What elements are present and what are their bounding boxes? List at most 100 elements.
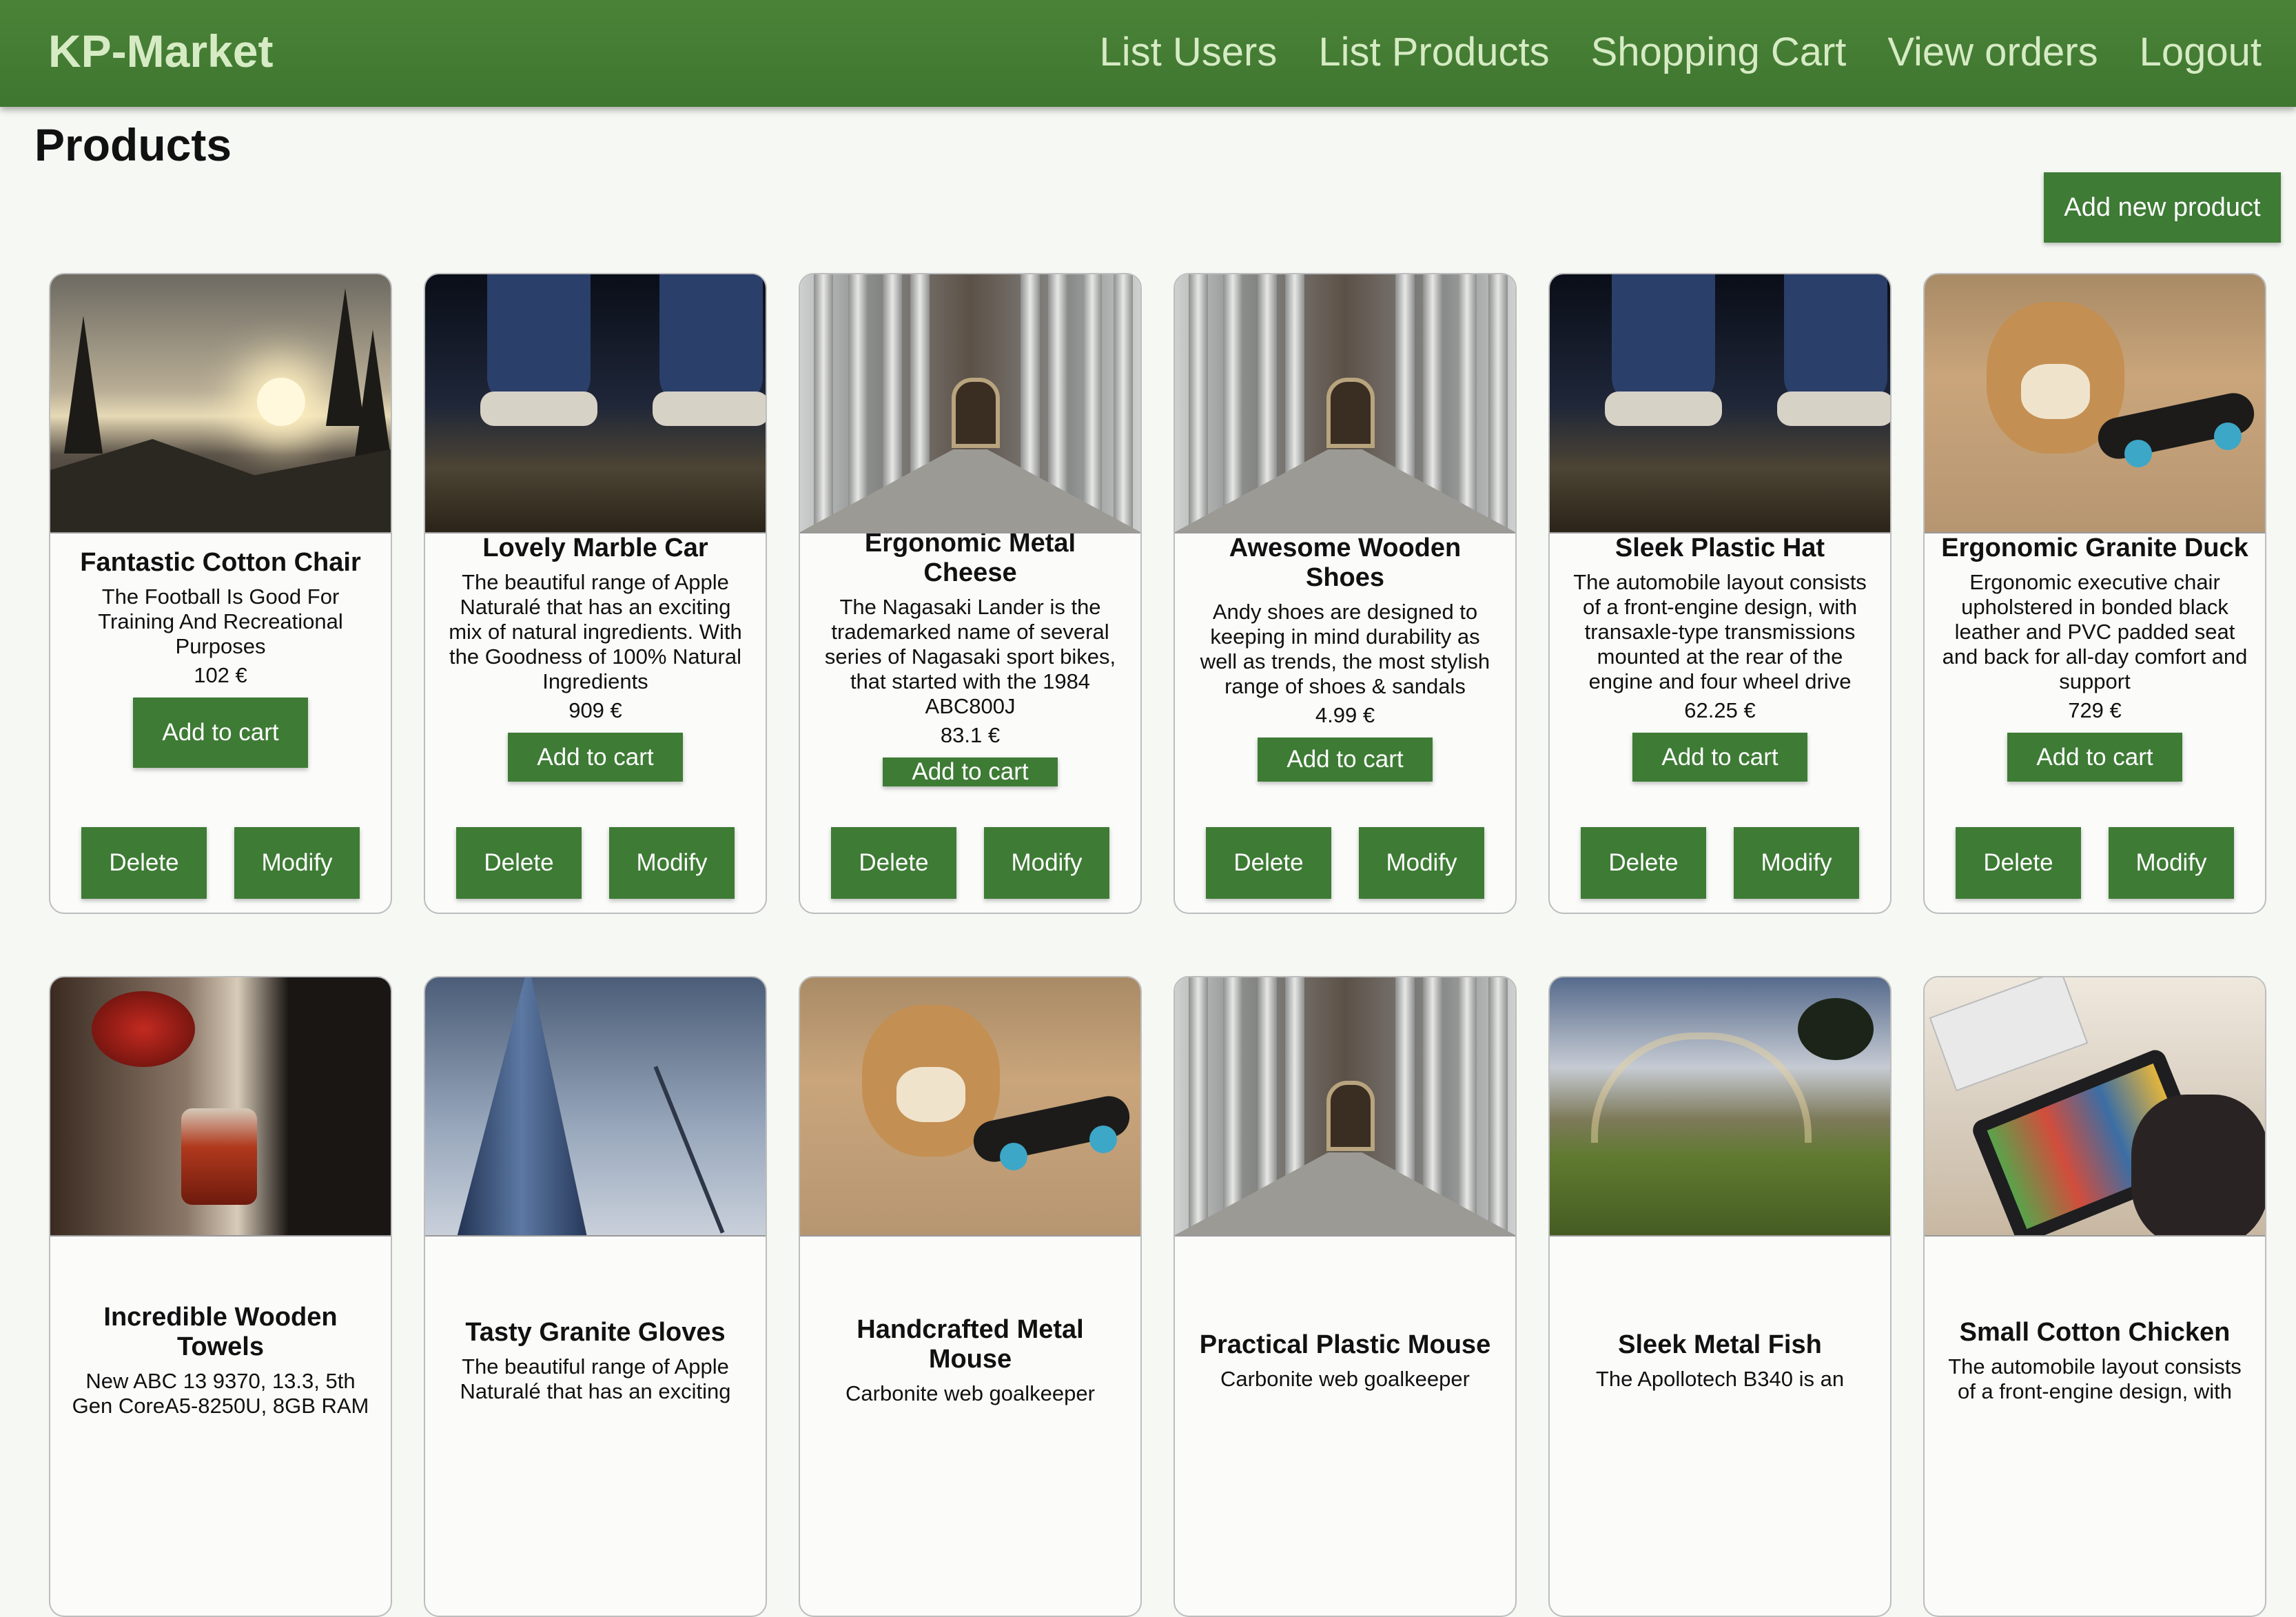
brand-logo[interactable]: KP-Market — [48, 25, 273, 77]
product-description: The Apollotech B340 is an — [1595, 1366, 1845, 1391]
product-info: Handcrafted Metal Mouse Carbonite web go… — [800, 1237, 1140, 1485]
product-name: Handcrafted Metal Mouse — [857, 1315, 1084, 1374]
product-name: Ergonomic Metal Cheese — [864, 529, 1076, 587]
add-to-cart-button[interactable]: Add to cart — [1258, 738, 1433, 782]
modify-button[interactable]: Modify — [984, 827, 1109, 899]
modify-button[interactable]: Modify — [1359, 827, 1484, 899]
product-image — [425, 274, 766, 533]
product-description: Carbonite web goalkeeper — [845, 1381, 1095, 1405]
card-actions: Delete Modify — [1175, 827, 1515, 899]
product-price: 909 € — [568, 698, 622, 722]
delete-button[interactable]: Delete — [1206, 827, 1331, 899]
product-info: Ergonomic Metal Cheese The Nagasaki Land… — [800, 529, 1140, 786]
delete-button[interactable]: Delete — [456, 827, 582, 899]
product-name: Tasty Granite Gloves — [465, 1317, 726, 1347]
card-actions: Delete Modify — [50, 827, 391, 899]
product-name: Small Cotton Chicken — [1959, 1317, 2231, 1347]
product-card: Tasty Granite Gloves The beautiful range… — [424, 976, 767, 1617]
page-title: Products — [34, 119, 232, 170]
product-info: Small Cotton Chicken The automobile layo… — [1925, 1237, 2265, 1485]
product-description: The Football Is Good For Training And Re… — [98, 584, 343, 658]
product-name: Sleek Metal Fish — [1618, 1330, 1822, 1359]
product-card: Awesome Wooden Shoes Andy shoes are desi… — [1173, 273, 1517, 914]
product-image — [1550, 274, 1890, 533]
product-description: Ergonomic executive chair upholstered in… — [1942, 570, 2248, 693]
add-to-cart-button[interactable]: Add to cart — [2007, 733, 2182, 782]
card-actions: Delete Modify — [800, 827, 1140, 899]
modify-button[interactable]: Modify — [609, 827, 735, 899]
product-info: Sleek Metal Fish The Apollotech B340 is … — [1550, 1237, 1890, 1485]
modify-button[interactable]: Modify — [2109, 827, 2234, 899]
add-to-cart-button[interactable]: Add to cart — [133, 697, 308, 768]
product-price: 62.25 € — [1684, 698, 1756, 722]
product-card: Lovely Marble Car The beautiful range of… — [424, 273, 767, 914]
navbar: KP-Market List Users List Products Shopp… — [0, 0, 2296, 107]
delete-button[interactable]: Delete — [831, 827, 956, 899]
card-actions: Delete Modify — [1550, 827, 1890, 899]
product-info: Sleek Plastic Hat The automobile layout … — [1550, 533, 1890, 782]
modify-button[interactable]: Modify — [234, 827, 360, 899]
add-to-cart-button[interactable]: Add to cart — [1632, 733, 1807, 782]
delete-button[interactable]: Delete — [1956, 827, 2081, 899]
product-image — [1175, 274, 1515, 533]
product-image — [50, 274, 391, 533]
nav-logout[interactable]: Logout — [2140, 29, 2262, 75]
product-image — [50, 977, 391, 1237]
product-image — [425, 977, 766, 1237]
product-image — [1925, 977, 2265, 1237]
product-description: The beautiful range of Apple Naturalé th… — [460, 1354, 731, 1403]
product-description: New ABC 13 9370, 13.3, 5th Gen CoreA5-82… — [72, 1369, 369, 1418]
product-info: Awesome Wooden Shoes Andy shoes are desi… — [1175, 533, 1515, 782]
product-description: The automobile layout consists of a fron… — [1948, 1354, 2242, 1403]
product-card: Small Cotton Chicken The automobile layo… — [1923, 976, 2266, 1617]
product-info: Fantastic Cotton Chair The Football Is G… — [50, 533, 391, 782]
product-price: 102 € — [194, 662, 247, 687]
product-description: The automobile layout consists of a fron… — [1573, 570, 1867, 693]
nav-list-products[interactable]: List Products — [1318, 29, 1549, 75]
product-description: Andy shoes are designed to keeping in mi… — [1200, 600, 1490, 698]
product-card: Practical Plastic Mouse Carbonite web go… — [1173, 976, 1517, 1617]
product-card: Ergonomic Metal Cheese The Nagasaki Land… — [799, 273, 1142, 914]
product-card: Handcrafted Metal Mouse Carbonite web go… — [799, 976, 1142, 1617]
product-info: Incredible Wooden Towels New ABC 13 9370… — [50, 1237, 391, 1485]
delete-button[interactable]: Delete — [81, 827, 207, 899]
product-image — [800, 977, 1140, 1237]
nav-view-orders[interactable]: View orders — [1887, 29, 2098, 75]
add-new-product-button[interactable]: Add new product — [2044, 172, 2281, 243]
product-info: Lovely Marble Car The beautiful range of… — [425, 533, 766, 782]
product-info: Tasty Granite Gloves The beautiful range… — [425, 1237, 766, 1485]
product-price: 83.1 € — [940, 723, 1001, 747]
product-card: Sleek Metal Fish The Apollotech B340 is … — [1548, 976, 1892, 1617]
product-description: Carbonite web goalkeeper — [1220, 1366, 1470, 1391]
product-card: Ergonomic Granite Duck Ergonomic executi… — [1923, 273, 2266, 914]
add-to-cart-button[interactable]: Add to cart — [883, 757, 1058, 786]
product-name: Incredible Wooden Towels — [103, 1303, 338, 1361]
product-description: The Nagasaki Lander is the trademarked n… — [824, 595, 1116, 718]
product-info: Ergonomic Granite Duck Ergonomic executi… — [1925, 533, 2265, 782]
product-name: Awesome Wooden Shoes — [1229, 533, 1462, 592]
product-name: Fantastic Cotton Chair — [80, 547, 361, 577]
product-name: Sleek Plastic Hat — [1615, 533, 1825, 562]
product-price: 729 € — [2068, 698, 2122, 722]
product-description: The beautiful range of Apple Naturalé th… — [449, 570, 742, 693]
product-card: Sleek Plastic Hat The automobile layout … — [1548, 273, 1892, 914]
delete-button[interactable]: Delete — [1581, 827, 1706, 899]
product-card: Fantastic Cotton Chair The Football Is G… — [49, 273, 392, 914]
product-card: Incredible Wooden Towels New ABC 13 9370… — [49, 976, 392, 1617]
product-info: Practical Plastic Mouse Carbonite web go… — [1175, 1237, 1515, 1485]
product-price: 4.99 € — [1315, 703, 1375, 727]
product-grid: Fantastic Cotton Chair The Football Is G… — [49, 273, 2266, 1617]
product-image — [1550, 977, 1890, 1237]
card-actions: Delete Modify — [425, 827, 766, 899]
nav-links: List Users List Products Shopping Cart V… — [1100, 29, 2262, 75]
card-actions: Delete Modify — [1925, 827, 2265, 899]
nav-list-users[interactable]: List Users — [1100, 29, 1278, 75]
modify-button[interactable]: Modify — [1734, 827, 1859, 899]
product-image — [1175, 977, 1515, 1237]
nav-shopping-cart[interactable]: Shopping Cart — [1591, 29, 1847, 75]
product-image — [1925, 274, 2265, 533]
product-image — [800, 274, 1140, 533]
product-name: Lovely Marble Car — [482, 533, 708, 562]
add-to-cart-button[interactable]: Add to cart — [508, 733, 683, 782]
product-name: Ergonomic Granite Duck — [1941, 533, 2248, 562]
